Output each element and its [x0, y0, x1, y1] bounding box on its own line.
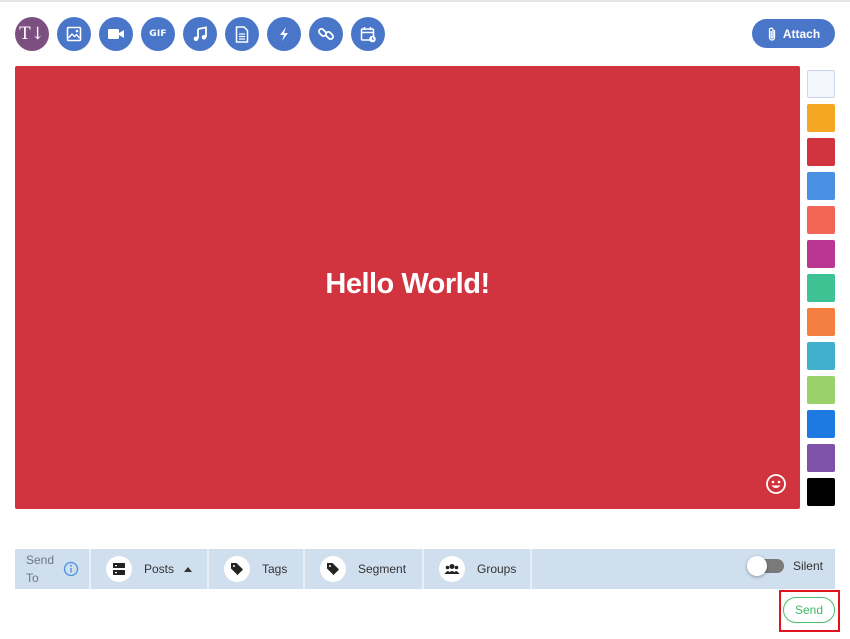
- color-swatch[interactable]: [807, 308, 835, 336]
- color-swatches: [807, 70, 835, 506]
- group-icon: [439, 556, 465, 582]
- toggle-knob: [746, 556, 767, 576]
- attach-label: Attach: [782, 26, 821, 41]
- attach-button[interactable]: Attach: [752, 19, 835, 48]
- segment-segment[interactable]: Segment: [305, 549, 422, 589]
- tag-icon: [320, 556, 346, 582]
- segment-groups[interactable]: Groups: [424, 549, 530, 589]
- document-icon: [235, 25, 249, 43]
- silent-label: Silent: [792, 559, 823, 573]
- segment-label: Tags: [262, 562, 288, 576]
- calendar-icon: [360, 26, 376, 42]
- paperclip-icon: [768, 27, 775, 41]
- event-button[interactable]: [351, 17, 385, 51]
- gif-icon: GIF: [149, 29, 167, 39]
- document-button[interactable]: [225, 17, 259, 51]
- color-swatch[interactable]: [807, 138, 835, 166]
- smiley-icon[interactable]: [765, 473, 787, 495]
- color-swatch[interactable]: [807, 172, 835, 200]
- silent-control: Silent: [746, 556, 823, 576]
- lightning-icon: [280, 27, 288, 41]
- color-swatch[interactable]: [807, 274, 835, 302]
- tag-icon: [224, 556, 250, 582]
- send-to-section: Send To: [15, 549, 89, 589]
- color-swatch[interactable]: [807, 410, 835, 438]
- silent-toggle[interactable]: [746, 556, 784, 576]
- text-format-icon: T↓: [19, 24, 45, 44]
- image-icon: [66, 26, 82, 42]
- segment-label: Posts: [144, 562, 175, 576]
- segment-tags[interactable]: Tags: [209, 549, 303, 589]
- send-button[interactable]: Send: [783, 597, 835, 623]
- video-button[interactable]: [99, 17, 133, 51]
- color-swatch[interactable]: [807, 104, 835, 132]
- top-border: [0, 0, 850, 2]
- color-swatch[interactable]: [807, 478, 835, 506]
- color-swatch[interactable]: [807, 376, 835, 404]
- link-icon: [318, 28, 334, 40]
- text-format-button[interactable]: T↓: [15, 17, 49, 51]
- caret-up-icon: [184, 566, 193, 572]
- send-to-label: Send To: [26, 553, 55, 585]
- color-swatch[interactable]: [807, 240, 835, 268]
- posts-icon: [106, 556, 132, 582]
- segment-label: Groups: [477, 562, 517, 576]
- color-swatch[interactable]: [807, 342, 835, 370]
- segment-posts[interactable]: Posts: [91, 549, 207, 589]
- audio-button[interactable]: [183, 17, 217, 51]
- color-swatch[interactable]: [807, 444, 835, 472]
- gif-button[interactable]: GIF: [141, 17, 175, 51]
- media-toolbar: T↓ GIF: [15, 17, 385, 51]
- segment-label: Segment: [358, 562, 407, 576]
- link-button[interactable]: [309, 17, 343, 51]
- image-button[interactable]: [57, 17, 91, 51]
- info-icon[interactable]: [63, 561, 79, 577]
- color-swatch[interactable]: [807, 206, 835, 234]
- canvas-text[interactable]: Hello World!: [15, 268, 800, 301]
- color-swatch[interactable]: [807, 70, 835, 98]
- video-icon: [108, 29, 124, 39]
- post-canvas[interactable]: Hello World!: [15, 66, 800, 509]
- music-note-icon: [193, 26, 207, 42]
- send-to-bar: Send To Posts Tags Segment Groups Silent: [15, 549, 835, 589]
- flash-button[interactable]: [267, 17, 301, 51]
- divider: [530, 549, 532, 589]
